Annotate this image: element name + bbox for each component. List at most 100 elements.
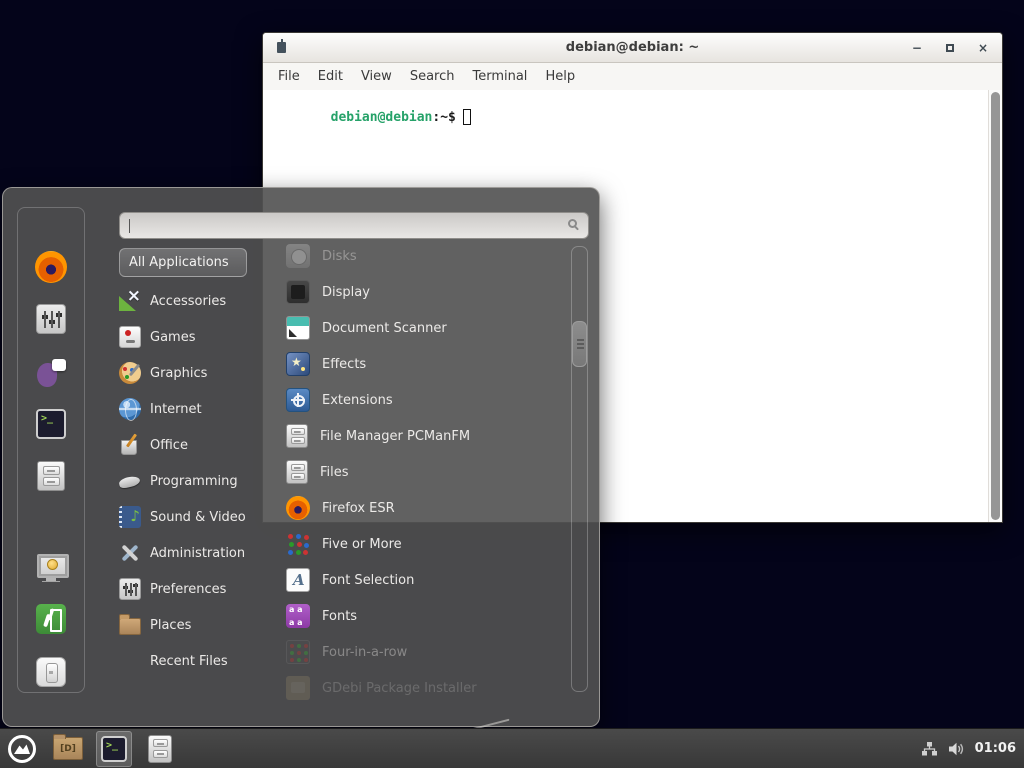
- app-display[interactable]: Display: [286, 274, 568, 310]
- category-label: Administration: [150, 546, 245, 561]
- category-administration[interactable]: Administration: [119, 535, 269, 571]
- category-label: Office: [150, 438, 188, 453]
- favorite-pidgin[interactable]: [34, 355, 68, 389]
- app-document-scanner[interactable]: Document Scanner: [286, 310, 568, 346]
- fonts-icon: [286, 604, 310, 628]
- category-label: Programming: [150, 474, 238, 489]
- document-scanner-icon: [286, 316, 310, 340]
- prompt-user-host: debian@debian: [331, 110, 433, 125]
- category-places[interactable]: Places: [119, 607, 269, 643]
- category-recent-files[interactable]: Recent Files: [119, 643, 269, 679]
- close-button[interactable]: ×: [978, 42, 988, 54]
- taskbar-terminal-active[interactable]: [96, 731, 132, 767]
- category-label: Preferences: [150, 582, 226, 597]
- category-label: Places: [150, 618, 191, 633]
- prompt-suffix: :~$: [432, 110, 455, 125]
- folder-d-launcher[interactable]: [D]: [50, 731, 86, 767]
- search-box[interactable]: [119, 212, 589, 239]
- lock-screen-button[interactable]: [34, 550, 68, 584]
- preferences-icon: [119, 578, 141, 600]
- menu-scrollbar[interactable]: [571, 246, 588, 692]
- menu-view[interactable]: View: [352, 66, 401, 87]
- app-fonts[interactable]: Fonts: [286, 598, 568, 634]
- shutdown-icon: [36, 657, 66, 687]
- shutdown-button[interactable]: [34, 655, 68, 689]
- category-sound-video[interactable]: Sound & Video: [119, 499, 269, 535]
- category-internet[interactable]: Internet: [119, 391, 269, 427]
- app-label: Five or More: [322, 537, 402, 552]
- graphics-icon: [119, 362, 141, 384]
- logout-button[interactable]: [34, 602, 68, 636]
- menu-file[interactable]: File: [269, 66, 309, 87]
- search-input[interactable]: [126, 215, 562, 236]
- terminal-scrollbar[interactable]: [988, 90, 1002, 522]
- terminal-scrollbar-thumb[interactable]: [991, 92, 1000, 520]
- clock[interactable]: 01:06: [975, 741, 1016, 756]
- filter-all-applications[interactable]: All Applications: [119, 248, 247, 277]
- menu-edit[interactable]: Edit: [309, 66, 352, 87]
- category-label: Graphics: [150, 366, 207, 381]
- terminal-cursor: [463, 109, 471, 125]
- office-icon: [119, 434, 141, 456]
- app-firefox-esr[interactable]: Firefox ESR: [286, 490, 568, 526]
- disks-icon: [286, 244, 310, 268]
- menu-scrollbar-thumb[interactable]: [572, 321, 587, 367]
- favorite-firefox[interactable]: [34, 250, 68, 284]
- folder-icon: [D]: [53, 737, 83, 760]
- taskbar-files[interactable]: [142, 731, 178, 767]
- places-folder-icon: [119, 618, 141, 635]
- volume-icon[interactable]: [948, 741, 965, 757]
- application-menu: debian All Applications Accessorie: [2, 187, 600, 727]
- category-label: Recent Files: [150, 654, 228, 669]
- internet-globe-icon: [119, 398, 141, 420]
- menu-logo-icon: [7, 734, 37, 764]
- category-graphics[interactable]: Graphics: [119, 355, 269, 391]
- programming-icon: [119, 470, 141, 492]
- network-icon[interactable]: [921, 741, 938, 757]
- menu-help[interactable]: Help: [536, 66, 584, 87]
- app-label: Disks: [322, 249, 357, 264]
- app-four-in-a-row[interactable]: Four-in-a-row: [286, 634, 568, 670]
- desktop: debian@debian: ~ − × File Edit View Sear…: [0, 0, 1024, 768]
- app-gdebi-package-installer[interactable]: GDebi Package Installer: [286, 670, 568, 706]
- category-accessories[interactable]: Accessories: [119, 283, 269, 319]
- filter-label: All Applications: [129, 255, 229, 270]
- category-games[interactable]: Games: [119, 319, 269, 355]
- menu-search[interactable]: Search: [401, 66, 464, 87]
- app-label: Font Selection: [322, 573, 414, 588]
- app-disks[interactable]: Disks: [286, 238, 568, 274]
- app-label: GDebi Package Installer: [322, 681, 477, 696]
- minimize-button[interactable]: −: [912, 42, 922, 54]
- menu-terminal[interactable]: Terminal: [463, 66, 536, 87]
- app-label: Four-in-a-row: [322, 645, 407, 660]
- games-icon: [119, 326, 141, 348]
- terminal-icon: [101, 736, 127, 762]
- category-label: Sound & Video: [150, 510, 246, 525]
- favorite-settings[interactable]: [34, 302, 68, 336]
- category-label: Accessories: [150, 294, 226, 309]
- effects-icon: [286, 352, 310, 376]
- menu-button[interactable]: [4, 731, 40, 767]
- taskbar: [D]: [0, 728, 1024, 768]
- logout-icon: [36, 604, 66, 634]
- app-effects[interactable]: Effects: [286, 346, 568, 382]
- category-office[interactable]: Office: [119, 427, 269, 463]
- app-font-selection[interactable]: Font Selection: [286, 562, 568, 598]
- category-programming[interactable]: Programming: [119, 463, 269, 499]
- app-file-manager-pcmanfm[interactable]: File Manager PCManFM: [286, 418, 568, 454]
- app-extensions[interactable]: Extensions: [286, 382, 568, 418]
- category-preferences[interactable]: Preferences: [119, 571, 269, 607]
- app-files[interactable]: Files: [286, 454, 568, 490]
- firefox-icon: [35, 251, 67, 283]
- terminal-titlebar[interactable]: debian@debian: ~ − ×: [263, 33, 1002, 63]
- categories-list: All Applications Accessories Games Graph…: [119, 248, 269, 679]
- maximize-button[interactable]: [946, 44, 954, 52]
- font-selection-icon: [286, 568, 310, 592]
- app-label: Document Scanner: [322, 321, 447, 336]
- search-icon: [568, 219, 577, 228]
- app-five-or-more[interactable]: Five or More: [286, 526, 568, 562]
- lock-screen-icon: [36, 552, 66, 582]
- app-label: Extensions: [322, 393, 393, 408]
- favorite-file-manager[interactable]: [34, 459, 68, 493]
- favorite-terminal[interactable]: [34, 407, 68, 441]
